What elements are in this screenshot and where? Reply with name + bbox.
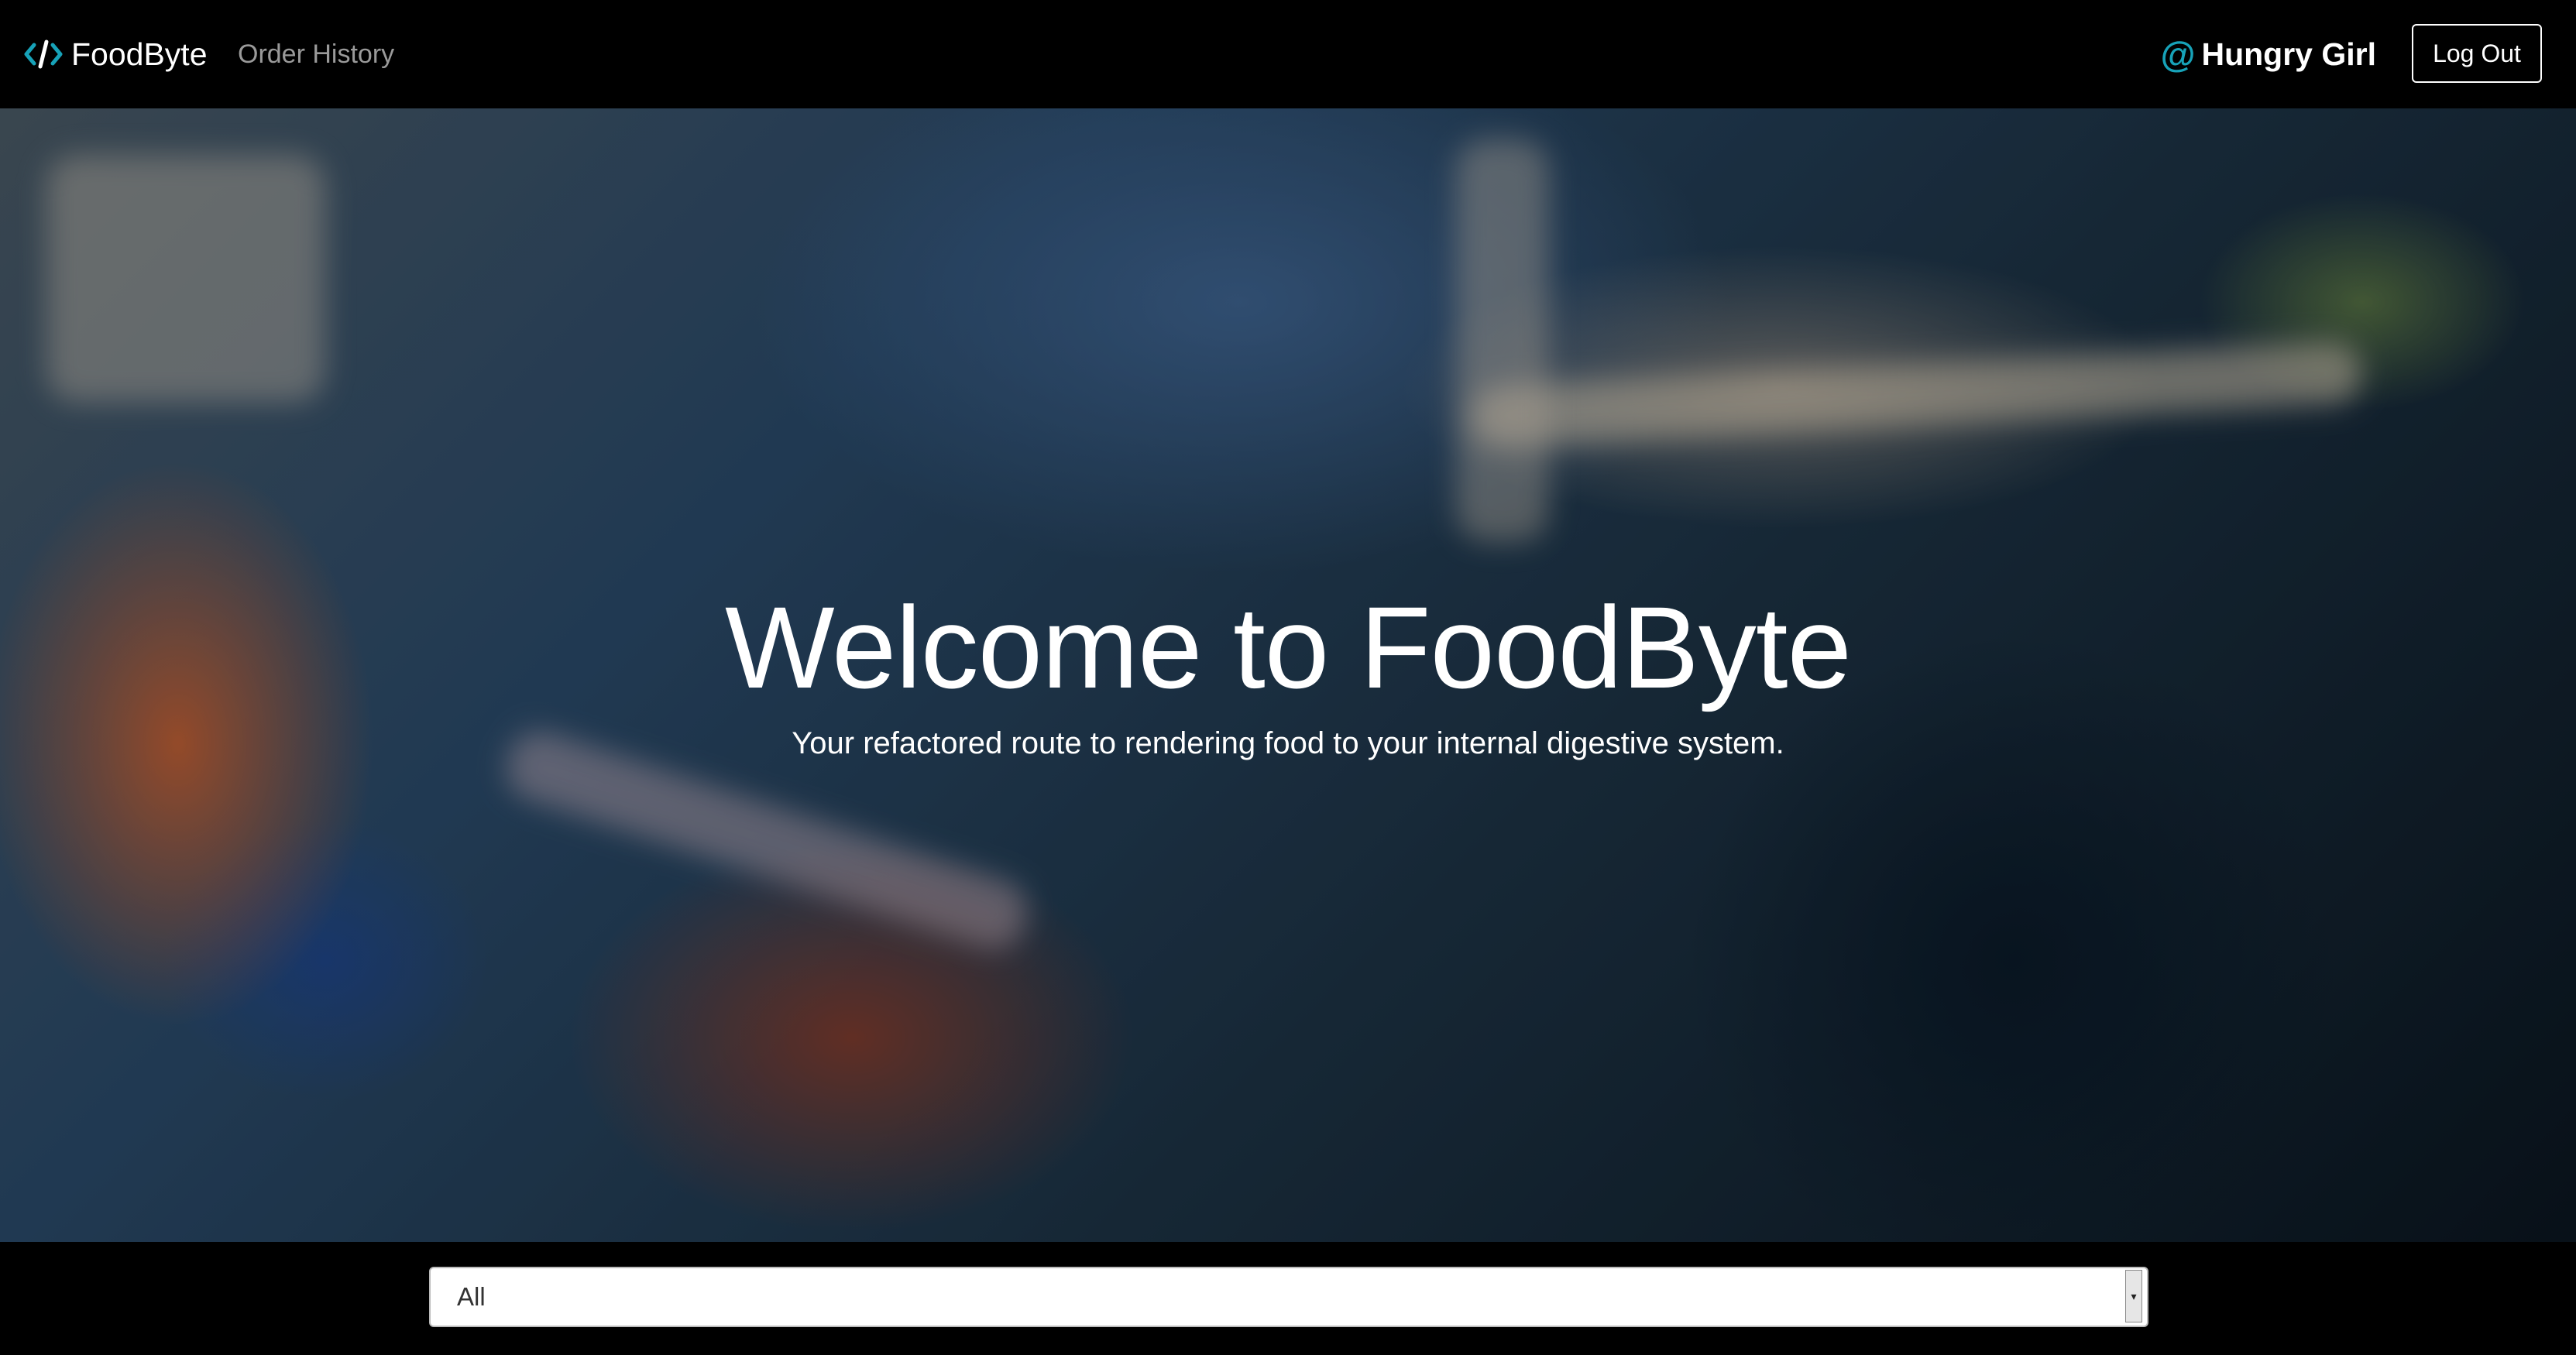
logout-button[interactable]: Log Out [2412,24,2542,83]
nav-link-order-history[interactable]: Order History [238,0,394,108]
category-select-value: All [457,1282,486,1311]
at-icon: @ [2160,34,2196,74]
chevron-down-icon[interactable]: ▾ [2125,1270,2142,1322]
user-name: Hungry Girl [2201,36,2376,72]
user-display: @ Hungry Girl [2161,0,2376,108]
code-icon [23,39,64,70]
brand-name: FoodByte [71,36,208,72]
category-select[interactable]: All ▾ [429,1267,2148,1327]
navbar: FoodByte Order History @ Hungry Girl Log… [0,0,2576,108]
hero-banner: Welcome to FoodByte Your refactored rout… [0,108,2576,1242]
hero-content: Welcome to FoodByte Your refactored rout… [0,108,2576,1242]
hero-title: Welcome to FoodByte [725,582,1852,712]
hero-subtitle: Your refactored route to rendering food … [792,726,1784,760]
filter-bar: All ▾ [0,1242,2576,1355]
brand-link[interactable]: FoodByte [23,0,208,108]
